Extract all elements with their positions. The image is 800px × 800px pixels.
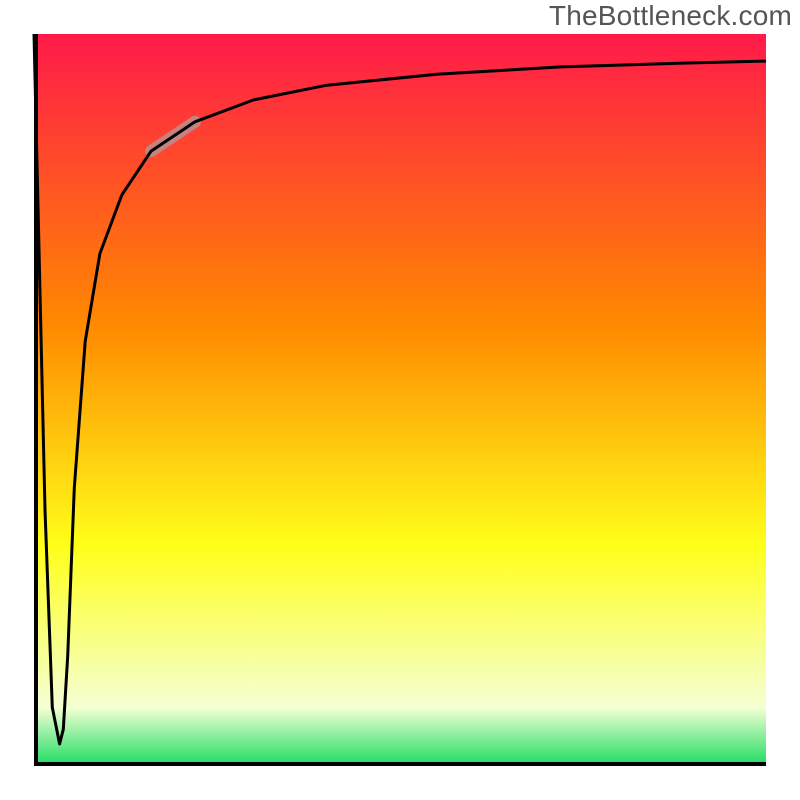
bottleneck-curve — [34, 34, 766, 744]
x-axis — [34, 762, 766, 766]
watermark-source-label: TheBottleneck.com — [549, 0, 792, 32]
y-axis — [34, 34, 38, 766]
curve-layer — [0, 0, 800, 800]
chart-container: TheBottleneck.com — [0, 0, 800, 800]
